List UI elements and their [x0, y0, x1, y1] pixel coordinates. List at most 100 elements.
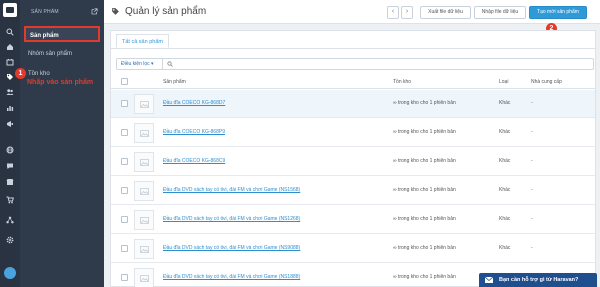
- stock-cell: ∞ trong kho cho 1 phiên bản: [393, 274, 456, 280]
- stock-cell: ∞ trong kho cho 1 phiên bản: [393, 245, 456, 251]
- product-name-link[interactable]: Đầu đĩa DVD xách tay có tivi, đài FM và …: [163, 216, 300, 222]
- type-cell: Khác: [499, 158, 511, 164]
- sidebar-item-label: Tồn kho: [28, 71, 50, 77]
- type-cell: Khác: [499, 187, 511, 193]
- stock-cell: ∞ trong kho cho 1 phiên bản: [393, 129, 456, 135]
- network-icon[interactable]: [6, 216, 14, 224]
- customers-icon[interactable]: [6, 88, 14, 96]
- user-avatar[interactable]: [4, 267, 16, 279]
- product-thumbnail[interactable]: [134, 210, 154, 230]
- stock-cell: ∞ trong kho cho 1 phiên bản: [393, 100, 456, 106]
- products-icon[interactable]: [6, 73, 14, 81]
- column-header-product[interactable]: Sản phẩm: [163, 79, 186, 85]
- product-list-card: Tất cả sản phẩm Điều kiện lọc ▾ Sản phẩm…: [110, 30, 596, 287]
- vendor-cell: -: [531, 216, 533, 222]
- table-row[interactable]: Đầu đĩa COECO KG-868C9 ∞ trong kho cho 1 …: [111, 148, 595, 176]
- promotions-icon[interactable]: [6, 120, 14, 128]
- product-name-link[interactable]: Đầu đĩa COECO KG-868D7: [163, 100, 225, 106]
- product-thumbnail[interactable]: [134, 94, 154, 114]
- chat-icon[interactable]: [6, 162, 14, 170]
- type-cell: Khác: [499, 100, 511, 106]
- tab-all-products[interactable]: Tất cả sản phẩm: [116, 34, 169, 48]
- search-icon[interactable]: [6, 28, 14, 36]
- sidebar-item-label: Nhóm sản phẩm: [28, 51, 73, 57]
- vendor-cell: -: [531, 100, 533, 106]
- vendor-cell: -: [531, 158, 533, 164]
- step-1-badge: 1: [15, 68, 26, 79]
- image-placeholder-icon: [140, 101, 149, 108]
- sidebar-item-products[interactable]: Sản phẩm: [24, 26, 100, 42]
- filter-bar: Điều kiện lọc ▾: [116, 58, 594, 70]
- icon-rail: [0, 0, 20, 287]
- import-button[interactable]: Nhập file dữ liệu: [474, 6, 526, 19]
- step-1-callout: Nhấp vào sản phẩm: [27, 79, 94, 86]
- tab-divider: [111, 48, 595, 49]
- table-row[interactable]: Đầu đĩa COECO KG-868D7 ∞ trong kho cho 1 …: [111, 90, 595, 118]
- support-chat-button[interactable]: Bạn cần hỗ trợ gì từ Haravan?: [479, 273, 597, 287]
- cart-icon[interactable]: [6, 196, 14, 204]
- stock-cell: ∞ trong kho cho 1 phiên bản: [393, 187, 456, 193]
- vendor-cell: -: [531, 187, 533, 193]
- product-name-link[interactable]: Đầu đĩa COECO KG-868P9: [163, 129, 225, 135]
- product-thumbnail[interactable]: [134, 268, 154, 287]
- product-thumbnail[interactable]: [134, 181, 154, 201]
- mail-icon: [485, 277, 493, 283]
- column-header-type[interactable]: Loại: [499, 79, 508, 85]
- store-icon[interactable]: [6, 178, 14, 186]
- product-thumbnail[interactable]: [134, 152, 154, 172]
- external-link-icon[interactable]: [91, 8, 98, 15]
- prev-button[interactable]: ‹: [387, 6, 399, 19]
- reports-icon[interactable]: [6, 104, 14, 112]
- export-button[interactable]: Xuất file dữ liệu: [420, 6, 471, 19]
- row-checkbox[interactable]: [121, 274, 128, 281]
- image-placeholder-icon: [140, 159, 149, 166]
- column-header-stock[interactable]: Tồn kho: [393, 79, 411, 85]
- product-name-link[interactable]: Đầu đĩa DVD xách tay có tivi, đài FM và …: [163, 274, 300, 280]
- column-header-vendor[interactable]: Nhà cung cấp: [531, 79, 562, 85]
- table-row[interactable]: Đầu đĩa DVD xách tay có tivi, đài FM và …: [111, 206, 595, 234]
- tag-icon: [112, 8, 119, 15]
- stock-cell: ∞ trong kho cho 1 phiên bản: [393, 216, 456, 222]
- globe-icon[interactable]: [6, 146, 14, 154]
- orders-icon[interactable]: [6, 58, 14, 66]
- sidebar-item-product-groups[interactable]: Nhóm sản phẩm: [24, 46, 100, 62]
- row-checkbox[interactable]: [121, 100, 128, 107]
- search-input[interactable]: [175, 60, 575, 68]
- row-checkbox[interactable]: [121, 187, 128, 194]
- support-chat-label: Bạn cần hỗ trợ gì từ Haravan?: [499, 277, 579, 283]
- product-name-link[interactable]: Đầu đĩa COECO KG-868C9: [163, 158, 225, 164]
- product-sidebar: SẢN PHẨM Sản phẩm Nhóm sản phẩm Tồn kho: [20, 0, 104, 287]
- haravan-logo[interactable]: [3, 3, 17, 17]
- table-row[interactable]: Đầu đĩa DVD xách tay có tivi, đài FM và …: [111, 177, 595, 205]
- page-title-text: Quản lý sản phẩm: [125, 6, 207, 17]
- filter-condition-dropdown[interactable]: Điều kiện lọc ▾: [117, 59, 163, 69]
- vendor-cell: -: [531, 245, 533, 251]
- next-button[interactable]: ›: [401, 6, 413, 19]
- row-checkbox[interactable]: [121, 245, 128, 252]
- row-checkbox[interactable]: [121, 158, 128, 165]
- image-placeholder-icon: [140, 188, 149, 195]
- search-icon: [167, 61, 173, 67]
- table-header: Sản phẩm Tồn kho Loại Nhà cung cấp: [111, 75, 595, 89]
- create-product-button[interactable]: Tạo mới sản phẩm: [529, 6, 587, 19]
- product-thumbnail[interactable]: [134, 239, 154, 259]
- row-checkbox[interactable]: [121, 216, 128, 223]
- vendor-cell: -: [531, 129, 533, 135]
- product-name-link[interactable]: Đầu đĩa DVD xách tay có tivi, đài FM và …: [163, 187, 300, 193]
- stock-cell: ∞ trong kho cho 1 phiên bản: [393, 158, 456, 164]
- type-cell: Khác: [499, 216, 511, 222]
- image-placeholder-icon: [140, 246, 149, 253]
- table-row[interactable]: Đầu đĩa COECO KG-868P9 ∞ trong kho cho 1 …: [111, 119, 595, 147]
- row-checkbox[interactable]: [121, 129, 128, 136]
- product-thumbnail[interactable]: [134, 123, 154, 143]
- settings-icon[interactable]: [6, 236, 14, 244]
- type-cell: Khác: [499, 245, 511, 251]
- table-row[interactable]: Đầu đĩa DVD xách tay có tivi, đài FM và …: [111, 235, 595, 263]
- sidebar-item-label: Sản phẩm: [30, 33, 59, 39]
- page-header: Quản lý sản phẩm ‹ › Xuất file dữ liệu N…: [104, 0, 600, 24]
- home-icon[interactable]: [6, 43, 14, 51]
- product-name-link[interactable]: Đầu đĩa DVD xách tay có tivi, đài FM và …: [163, 245, 300, 251]
- image-placeholder-icon: [140, 275, 149, 282]
- select-all-checkbox[interactable]: [121, 78, 128, 85]
- image-placeholder-icon: [140, 130, 149, 137]
